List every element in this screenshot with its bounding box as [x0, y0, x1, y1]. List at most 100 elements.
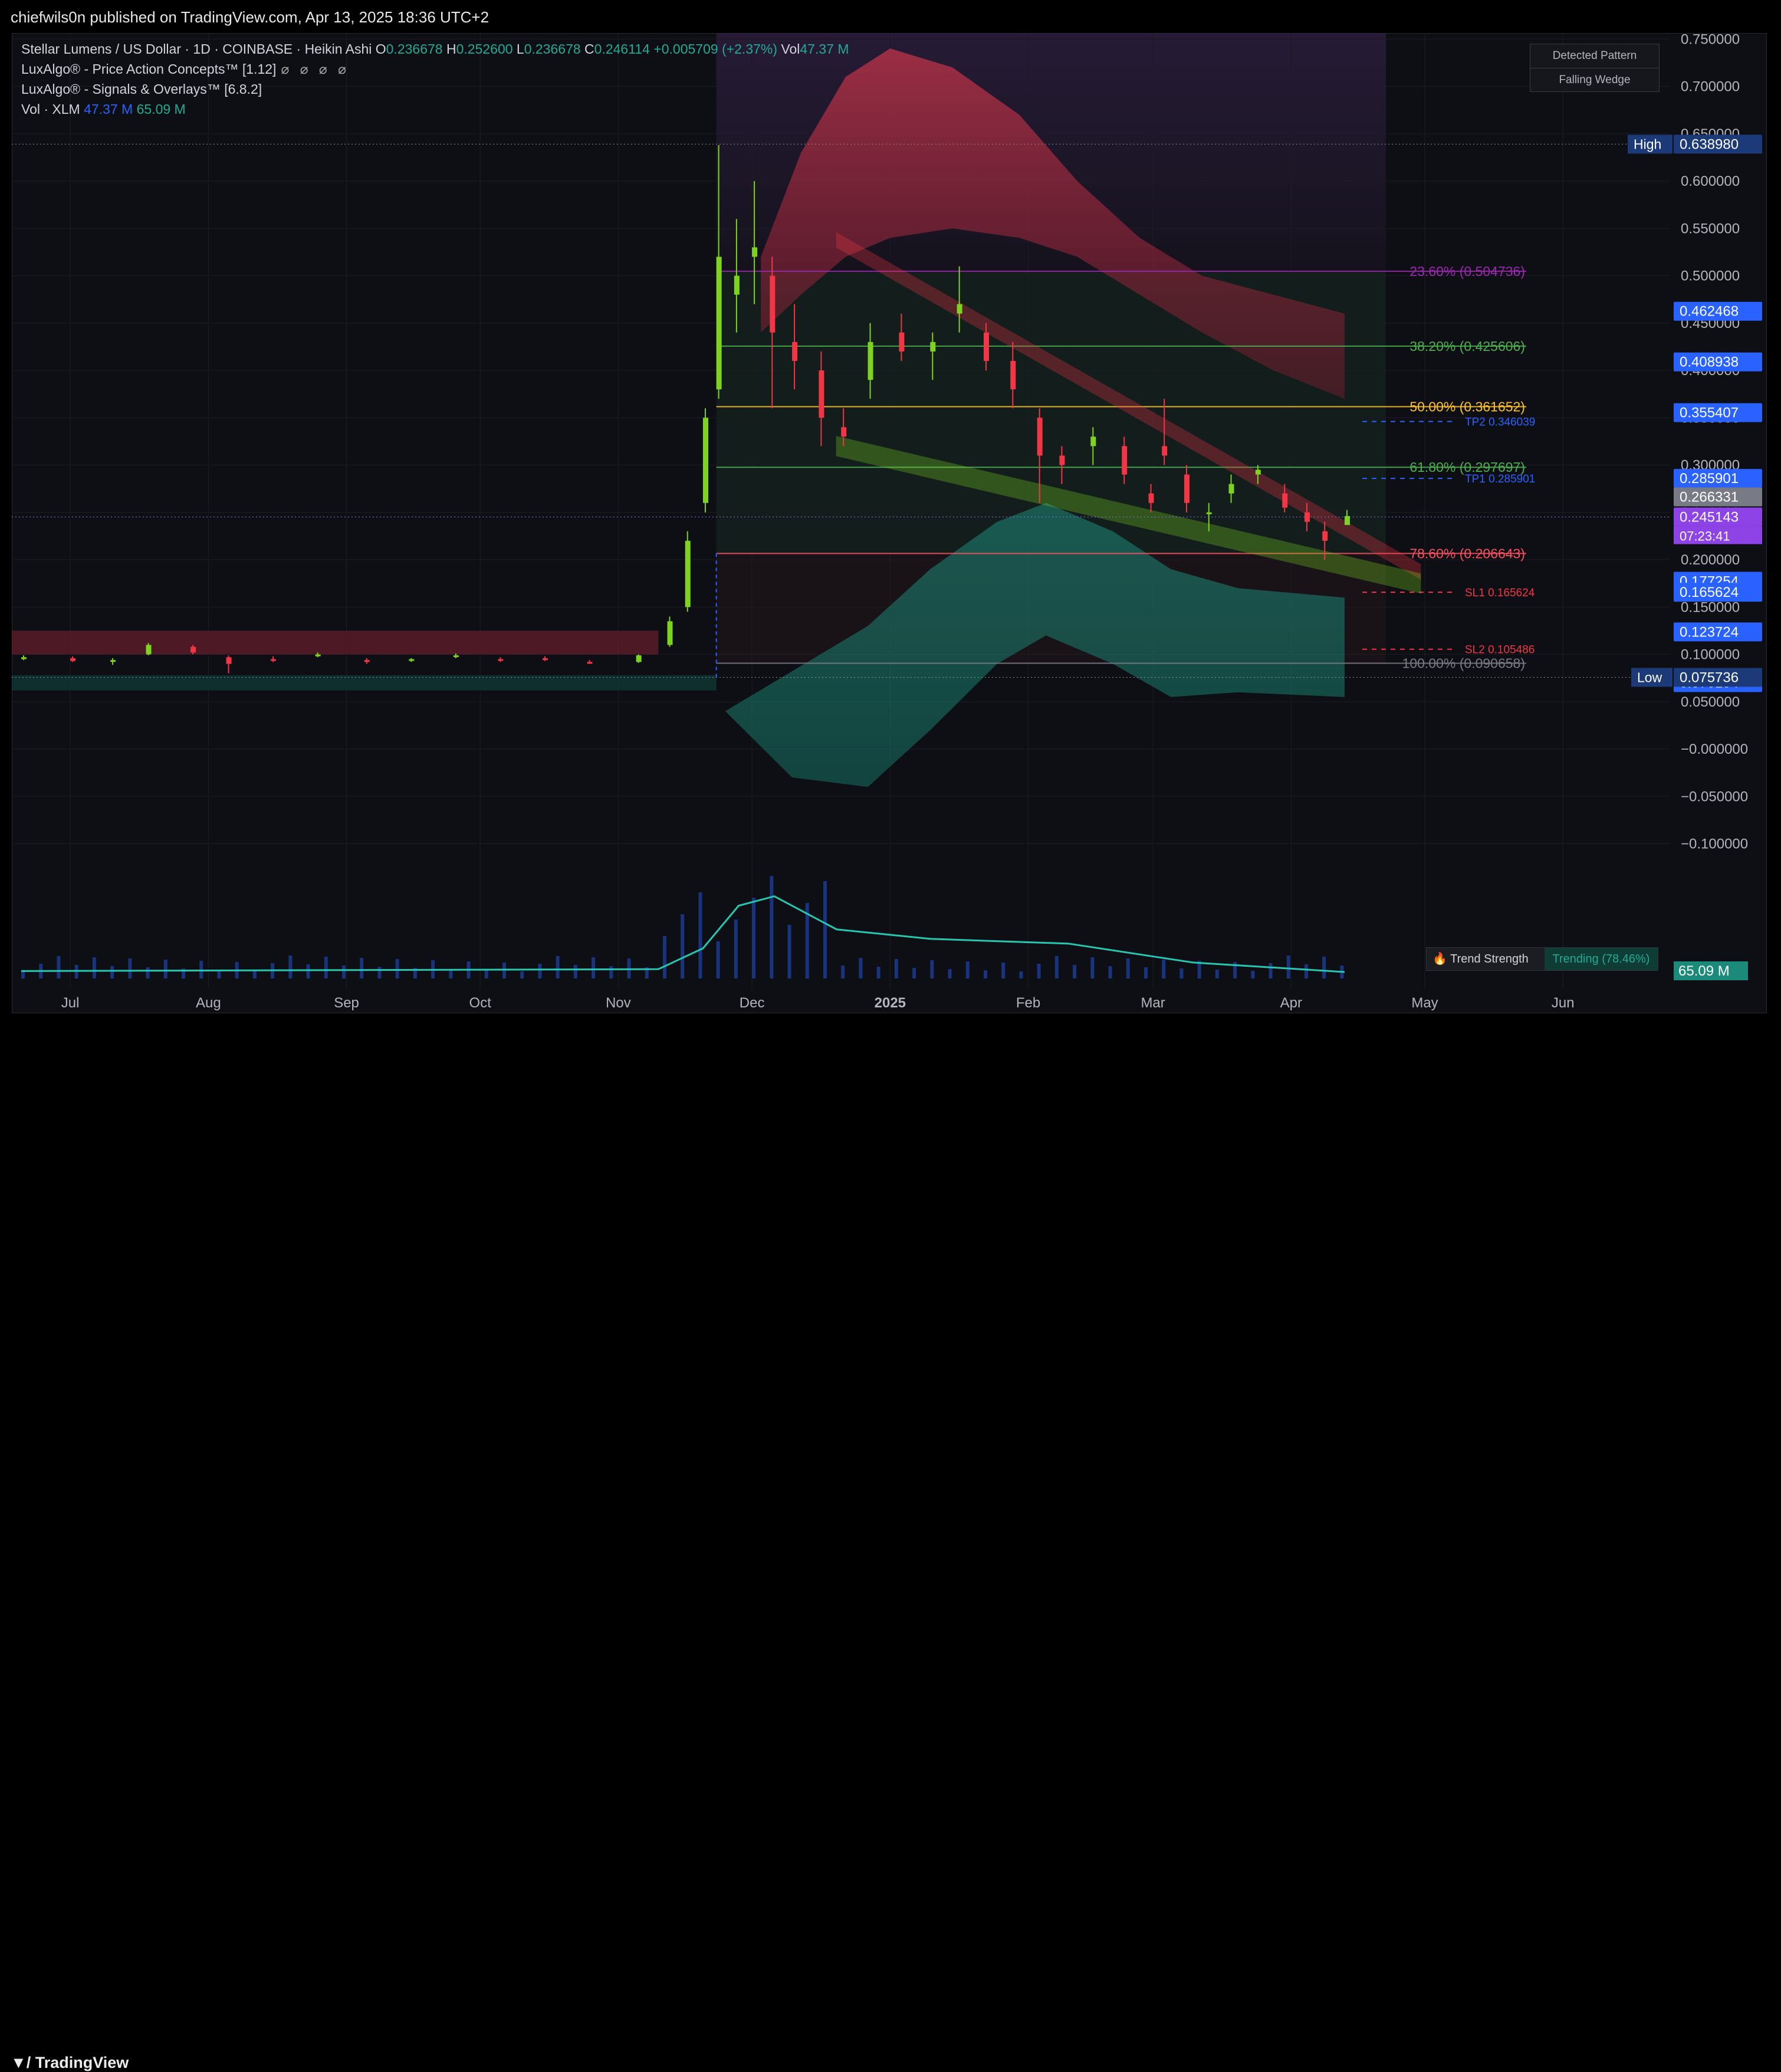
candle-body — [1282, 493, 1288, 508]
volume-bar — [609, 966, 613, 978]
vol-label: Vol — [781, 41, 800, 57]
volume-bar — [1019, 971, 1023, 978]
candle-body — [110, 660, 116, 662]
candle-body — [899, 332, 905, 352]
volume-bar — [752, 898, 756, 978]
high-label: H — [446, 41, 456, 57]
detected-pattern-box[interactable]: Detected Pattern Falling Wedge — [1530, 44, 1660, 92]
candle-body — [543, 658, 548, 661]
volume-bar — [823, 881, 827, 978]
red-ribbon — [12, 631, 659, 655]
price-axis-tick: 0.700000 — [1681, 79, 1740, 95]
candle-body — [1122, 446, 1128, 475]
volume-value-a: 47.37 M — [84, 101, 133, 117]
volume-bar — [1054, 956, 1059, 978]
candle-body — [841, 427, 847, 437]
candle-body — [1184, 474, 1189, 503]
volume-bar — [110, 966, 114, 978]
axis-price-tag: 0.408938 — [1680, 354, 1739, 370]
volume-bar — [681, 914, 685, 978]
fib-level-label: 38.20% (0.425606) — [1409, 339, 1525, 354]
candle-body — [315, 654, 321, 656]
time-axis-tick: 2025 — [875, 995, 906, 1011]
volume-bar — [1179, 968, 1184, 978]
candle-body — [364, 660, 370, 662]
volume-bar — [1286, 955, 1290, 978]
volume-legend[interactable]: Vol · XLM 47.37 M 65.09 M — [21, 101, 186, 117]
open-label: O — [375, 41, 386, 57]
price-axis-tick: 0.200000 — [1681, 552, 1740, 568]
candle-body — [716, 257, 722, 390]
volume-bar — [912, 968, 916, 978]
volume-bar — [395, 959, 399, 978]
axis-price-tag: 0.266331 — [1680, 490, 1739, 505]
volume-bar — [984, 970, 987, 978]
candle-body — [70, 658, 76, 661]
price-chart[interactable]: 23.60% (0.504736) 38.20% (0.425606) 50.00%… — [12, 33, 1767, 1013]
volume-bar — [538, 964, 542, 978]
candle-body — [636, 655, 642, 662]
volume-bar — [520, 971, 524, 978]
axis-price-tag: 0.355407 — [1680, 405, 1739, 421]
change-value: +0.005709 (+2.37%) — [653, 41, 778, 57]
candle-body — [1345, 515, 1350, 526]
time-axis-tick: Sep — [334, 995, 359, 1011]
top-bar: chiefwils0n published on TradingView.com… — [0, 0, 1781, 33]
volume-bar — [965, 961, 970, 978]
time-axis-tick: Dec — [740, 995, 765, 1011]
price-axis-tick: 0.100000 — [1681, 647, 1740, 663]
volume-bar — [948, 969, 952, 978]
time-axis-tick: Jul — [61, 995, 80, 1011]
volume-bar — [1215, 970, 1219, 978]
candle-body — [868, 341, 873, 380]
fib-level-label: 50.00% (0.361652) — [1409, 399, 1525, 415]
open-value: 0.236678 — [386, 41, 443, 57]
volume-bar — [502, 963, 506, 978]
target-label: TP1 0.285901 — [1465, 473, 1535, 485]
candle-body — [792, 341, 798, 361]
candle-body — [453, 655, 459, 658]
detected-pattern-name: Falling Wedge — [1530, 68, 1659, 92]
price-axis-tick: 0.600000 — [1681, 173, 1740, 189]
volume-bar — [894, 959, 898, 978]
footer: ▼/ TradingView — [0, 1026, 1781, 2071]
candle-body — [21, 657, 27, 659]
volume-bar — [859, 958, 863, 978]
volume-bar — [1126, 958, 1130, 978]
candle-body — [1010, 360, 1016, 390]
tradingview-logo[interactable]: ▼/ TradingView — [11, 2054, 129, 2072]
last-price-countdown: 07:23:41 — [1680, 529, 1730, 544]
volume-bar — [146, 967, 150, 978]
close-value: 0.246114 — [594, 41, 650, 57]
volume-title: Vol · XLM — [21, 101, 80, 117]
candle-body — [409, 659, 415, 661]
volume-axis-tag: 65.09 M — [1678, 963, 1730, 979]
indicator-legend-signals[interactable]: LuxAlgo® - Signals & Overlays™ [6.8.2] — [21, 81, 262, 97]
candle-body — [819, 370, 824, 418]
volume-bar — [1073, 965, 1077, 978]
candle-body — [957, 304, 962, 314]
high-label: High — [1634, 136, 1661, 152]
close-label: C — [584, 41, 594, 57]
fib-level-label: 100.00% (0.090658) — [1402, 655, 1525, 671]
volume-bar — [1108, 966, 1112, 978]
volume-bar — [92, 957, 96, 978]
price-axis-tick: 0.750000 — [1681, 33, 1740, 47]
volume-bar — [734, 920, 738, 978]
indicator-1-title: LuxAlgo® - Price Action Concepts™ [1.12] — [21, 61, 277, 77]
volume-bar — [252, 971, 257, 978]
indicator-legend-pac[interactable]: LuxAlgo® - Price Action Concepts™ [1.12]… — [21, 61, 350, 77]
time-axis-tick: Feb — [1016, 995, 1040, 1011]
trend-strength-box[interactable]: 🔥 Trend Strength Trending (78.46%) — [1426, 947, 1658, 971]
price-axis-tick: 0.550000 — [1681, 221, 1740, 237]
target-label: SL1 0.165624 — [1465, 587, 1535, 599]
last-price-tag: 0.245143 — [1680, 510, 1739, 526]
candle-body — [1162, 446, 1168, 456]
time-axis-tick: May — [1411, 995, 1438, 1011]
volume-bar — [1144, 967, 1148, 978]
candle-body — [271, 659, 277, 661]
volume-bar — [592, 957, 596, 978]
candle-body — [667, 621, 673, 645]
price-axis-tick: −0.050000 — [1681, 789, 1748, 804]
symbol-legend[interactable]: Stellar Lumens / US Dollar · 1D · COINBA… — [21, 41, 849, 57]
